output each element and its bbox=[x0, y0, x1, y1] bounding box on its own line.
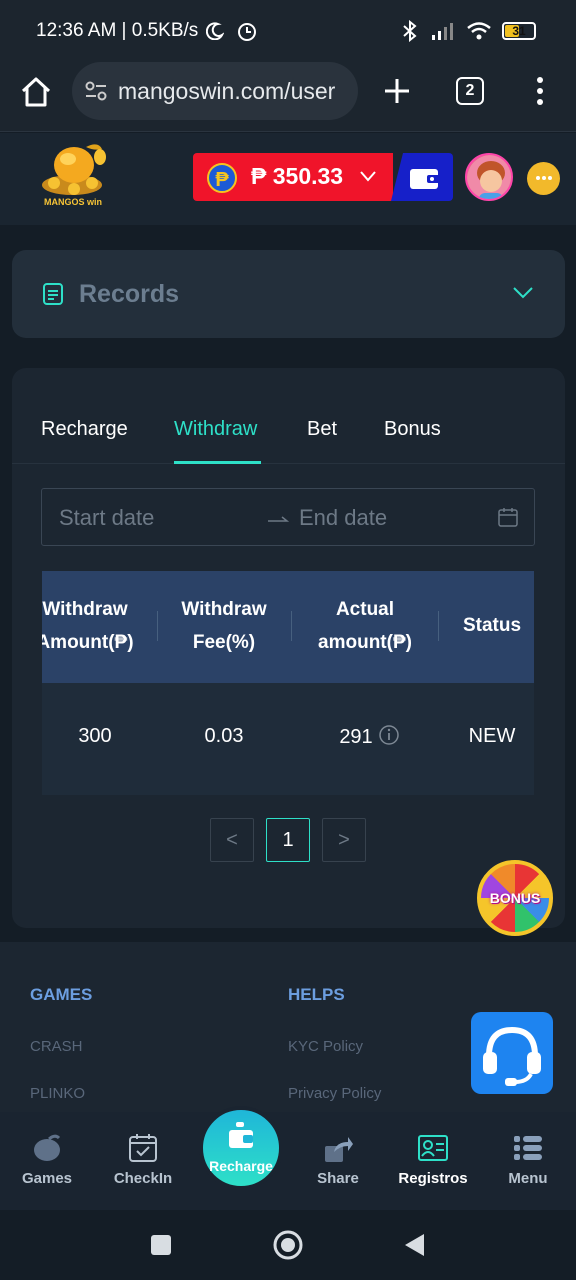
footer-link-privacy-policy[interactable]: Privacy Policy bbox=[288, 1085, 381, 1102]
end-date-input[interactable]: End date bbox=[299, 505, 387, 531]
footer-games-heading: GAMES bbox=[30, 985, 93, 1004]
chevron-down-icon[interactable] bbox=[512, 286, 534, 300]
status-icons: 31 bbox=[400, 20, 536, 42]
recharge-label: Recharge bbox=[209, 1158, 273, 1174]
status-time: 12:36 AM | 0.5KB/s bbox=[36, 20, 199, 41]
cell-actual: 291 bbox=[304, 725, 434, 749]
tab-bonus[interactable]: Bonus bbox=[384, 418, 441, 441]
nav-recharge[interactable]: Recharge bbox=[199, 1106, 283, 1190]
tab-withdraw[interactable]: Withdraw bbox=[174, 418, 257, 441]
wallet-icon bbox=[229, 1122, 253, 1148]
active-tab-indicator bbox=[174, 461, 261, 464]
tab-recharge[interactable]: Recharge bbox=[41, 418, 128, 441]
arrow-right-icon bbox=[268, 516, 289, 522]
avatar-face-icon bbox=[467, 155, 511, 199]
tab-bet[interactable]: Bet bbox=[307, 418, 337, 441]
balance-amount: ₱ 350.33 bbox=[251, 163, 344, 189]
balance-widget[interactable]: ₱ ₱ 350.33 bbox=[193, 153, 453, 201]
cell-amount: 300 bbox=[78, 725, 112, 747]
site-logo[interactable]: MANGOS win bbox=[34, 139, 112, 211]
records-card: Recharge Withdraw Bet Bonus Start date E… bbox=[12, 368, 565, 928]
url-text[interactable]: mangoswin.com/user bbox=[118, 78, 350, 105]
wallet-button[interactable] bbox=[391, 153, 453, 201]
chevron-down-icon[interactable] bbox=[359, 169, 377, 183]
battery-icon: 31 bbox=[502, 22, 536, 40]
share-icon bbox=[325, 1137, 353, 1162]
calendar-icon[interactable] bbox=[498, 507, 518, 527]
footer-link-plinko[interactable]: PLINKO bbox=[30, 1085, 85, 1102]
column-divider bbox=[438, 611, 439, 641]
start-date-input[interactable]: Start date bbox=[59, 505, 154, 531]
bonus-label: BONUS bbox=[489, 890, 541, 906]
pagination-page-1[interactable]: 1 bbox=[266, 818, 310, 862]
table-row: 300 0.03 291 NEW bbox=[42, 683, 534, 795]
calendar-check-icon bbox=[129, 1134, 157, 1162]
browser-toolbar: mangoswin.com/user 2 bbox=[0, 62, 576, 132]
peso-coin-icon: ₱ bbox=[207, 163, 237, 193]
system-navigation-bar bbox=[0, 1210, 576, 1280]
header-withdraw-amount: Withdraw Amount(₱) bbox=[42, 599, 134, 653]
footer-link-kyc-policy[interactable]: KYC Policy bbox=[288, 1038, 363, 1055]
moon-icon bbox=[206, 22, 224, 40]
records-title: Records bbox=[79, 280, 180, 308]
header-actual-amount: Actual amount(₱) bbox=[318, 599, 412, 653]
column-divider bbox=[157, 611, 158, 641]
column-divider bbox=[291, 611, 292, 641]
pagination-next-button[interactable]: > bbox=[322, 818, 366, 862]
bonus-wheel-button[interactable]: BONUS bbox=[477, 860, 553, 936]
pagination-prev-button[interactable]: < bbox=[210, 818, 254, 862]
header-status: Status bbox=[462, 615, 522, 636]
more-vert-icon[interactable] bbox=[534, 76, 546, 106]
site-settings-icon[interactable] bbox=[84, 80, 108, 102]
id-card-icon bbox=[418, 1135, 448, 1161]
headset-icon bbox=[483, 1026, 541, 1086]
cell-status: NEW bbox=[468, 725, 516, 747]
mango-icon bbox=[34, 1134, 61, 1161]
chat-bubble-icon[interactable] bbox=[527, 162, 560, 195]
new-tab-icon[interactable] bbox=[382, 76, 412, 106]
nav-registros[interactable]: Registros bbox=[388, 1112, 478, 1210]
customer-support-button[interactable] bbox=[471, 1012, 553, 1094]
record-tabs: Recharge Withdraw Bet Bonus bbox=[12, 368, 565, 464]
logo-text: MANGOS win bbox=[44, 197, 102, 207]
menu-list-icon bbox=[514, 1136, 542, 1160]
header-withdraw-fee: Withdraw Fee(%) bbox=[181, 599, 267, 653]
document-icon bbox=[43, 283, 63, 305]
footer-link-crash[interactable]: CRASH bbox=[30, 1038, 83, 1055]
nav-menu[interactable]: Menu bbox=[483, 1112, 573, 1210]
date-range-picker[interactable]: Start date End date bbox=[41, 488, 535, 546]
withdraw-records-table: Withdraw Amount(₱) Withdraw Fee(%) Actua… bbox=[42, 571, 534, 795]
bottom-navigation: Games CheckIn Share Registros Menu bbox=[0, 1112, 576, 1210]
tab-switcher-button[interactable]: 2 bbox=[456, 77, 484, 105]
nav-share[interactable]: Share bbox=[293, 1112, 383, 1210]
address-bar[interactable]: mangoswin.com/user bbox=[72, 62, 358, 120]
signal-icon bbox=[432, 23, 453, 40]
footer-helps-heading: HELPS bbox=[288, 985, 345, 1004]
status-bar: 12:36 AM | 0.5KB/s 31 bbox=[0, 0, 576, 62]
app-header: MANGOS win ₱ ₱ 350.33 bbox=[0, 133, 576, 225]
mango-logo-icon bbox=[42, 144, 106, 195]
records-dropdown[interactable]: Records bbox=[12, 250, 565, 338]
user-avatar[interactable] bbox=[465, 153, 513, 201]
balance-display[interactable]: ₱ ₱ 350.33 bbox=[193, 153, 393, 201]
recent-apps-icon[interactable] bbox=[150, 1234, 172, 1256]
cell-fee: 0.03 bbox=[204, 725, 244, 747]
back-icon[interactable] bbox=[402, 1232, 426, 1258]
home-icon[interactable] bbox=[18, 74, 54, 110]
wallet-icon bbox=[410, 169, 440, 189]
table-header: Withdraw Amount(₱) Withdraw Fee(%) Actua… bbox=[42, 571, 534, 683]
wifi-icon bbox=[467, 22, 491, 40]
home-circle-icon[interactable] bbox=[272, 1229, 304, 1261]
alarm-icon bbox=[238, 23, 256, 41]
bluetooth-icon bbox=[403, 20, 417, 42]
nav-checkin[interactable]: CheckIn bbox=[98, 1112, 188, 1210]
info-icon[interactable] bbox=[378, 725, 399, 745]
nav-games[interactable]: Games bbox=[2, 1112, 92, 1210]
